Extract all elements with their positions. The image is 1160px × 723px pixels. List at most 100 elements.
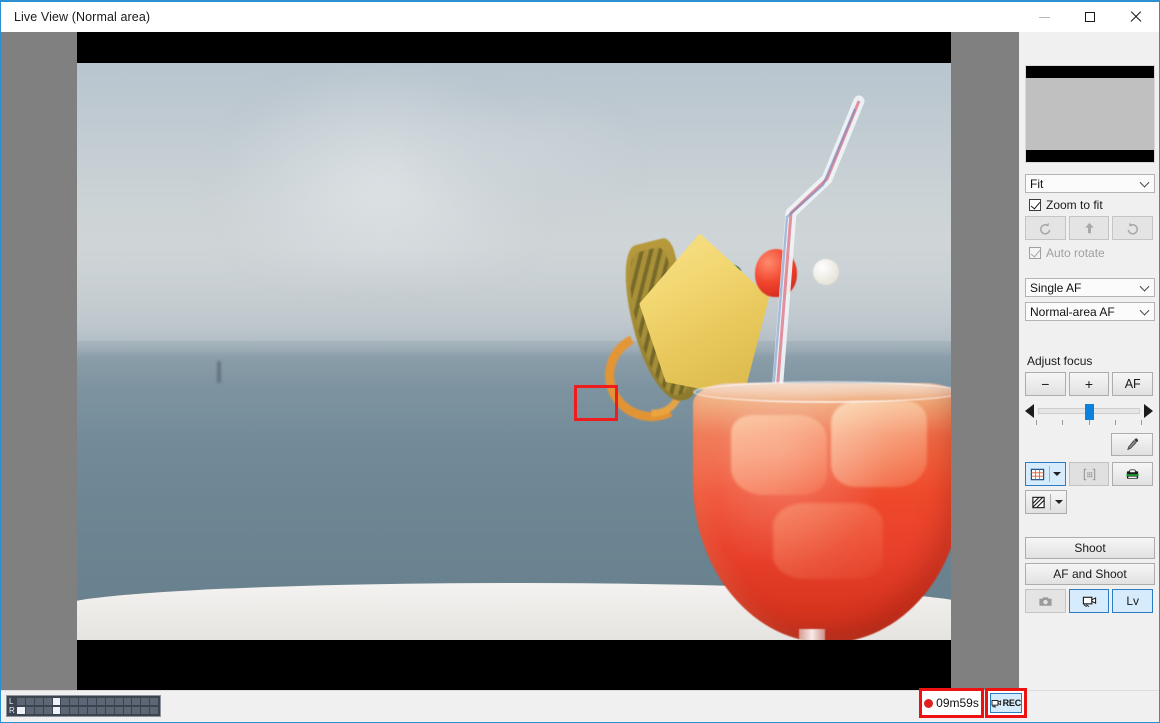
audio-meter-right-row: R xyxy=(9,706,158,715)
focus-minus-button[interactable]: − xyxy=(1025,372,1066,396)
auto-rotate-label: Auto rotate xyxy=(1046,246,1105,260)
ice-cube xyxy=(731,415,827,495)
window-controls xyxy=(1021,2,1159,32)
grid-icon xyxy=(1030,468,1045,480)
rec-time-display: 09m59s xyxy=(924,696,979,710)
audio-meter-left-track xyxy=(17,698,158,705)
audio-meter-left-label: L xyxy=(9,697,14,706)
lv-button[interactable]: Lv xyxy=(1112,589,1154,613)
focus-slider[interactable] xyxy=(1025,403,1153,420)
audio-meter-segment xyxy=(43,698,52,705)
focus-af-label: AF xyxy=(1124,377,1141,391)
slider-ticks xyxy=(1036,420,1142,425)
focus-minus-label: − xyxy=(1041,376,1050,392)
chevron-down-icon xyxy=(1053,472,1062,476)
audio-meter-right-track xyxy=(17,707,158,714)
navigator-letterbox-top xyxy=(1026,66,1154,78)
ice-cube-second xyxy=(831,401,927,487)
movie-camera-icon xyxy=(991,699,1002,708)
zoom-to-fit-checkbox[interactable]: Zoom to fit xyxy=(1027,198,1155,212)
close-button[interactable] xyxy=(1113,2,1159,32)
audio-meter-segment xyxy=(34,698,43,705)
eyedropper-row xyxy=(1025,433,1153,456)
af-area-rectangle[interactable] xyxy=(574,385,618,421)
adjust-focus-label: Adjust focus xyxy=(1027,354,1093,368)
zoom-select[interactable]: Fit xyxy=(1025,174,1155,193)
audio-meter-segment xyxy=(61,698,70,705)
drinking-straw xyxy=(731,93,871,423)
audio-meter-segment xyxy=(25,707,34,714)
audio-meter-segment xyxy=(123,707,132,714)
rotate-left-button[interactable] xyxy=(1025,216,1066,240)
focus-button-group: − + AF xyxy=(1025,372,1154,396)
minimize-button[interactable] xyxy=(1021,2,1067,32)
photo-mode-button[interactable] xyxy=(1025,589,1066,613)
rec-time-annotation: 09m59s xyxy=(919,688,984,718)
af-mode-select[interactable]: Single AF xyxy=(1025,278,1155,297)
shading-icon xyxy=(1031,496,1045,508)
close-icon xyxy=(1130,11,1142,23)
focus-area-button[interactable] xyxy=(1068,462,1110,486)
focus-af-button[interactable]: AF xyxy=(1112,372,1154,396)
slider-left-arrow-icon[interactable] xyxy=(1025,404,1034,418)
af-and-shoot-label: AF and Shoot xyxy=(1053,567,1127,581)
chevron-down-icon xyxy=(1139,177,1150,188)
ice-cube-third xyxy=(773,503,883,579)
overlay-tools-row-2 xyxy=(1025,490,1153,514)
chevron-down-icon xyxy=(1139,305,1150,316)
audio-meter-segment xyxy=(34,707,43,714)
focus-plus-button[interactable]: + xyxy=(1068,372,1110,396)
control-panel: Fit Zoom to fit Auto rotate Single AF No… xyxy=(1019,32,1159,690)
audio-meter-segment xyxy=(88,707,96,714)
rec-time-text: 09m59s xyxy=(936,696,979,710)
zoom-select-value: Fit xyxy=(1030,176,1044,191)
movie-camera-icon xyxy=(1082,596,1096,607)
audio-meter-segment xyxy=(70,707,79,714)
grid-overlay-button[interactable] xyxy=(1025,462,1066,486)
minimize-icon xyxy=(1038,16,1050,18)
capture-mode-group: Lv xyxy=(1025,589,1154,613)
shoot-button-group: Shoot AF and Shoot xyxy=(1025,537,1155,585)
focus-plus-label: + xyxy=(1084,376,1094,392)
rotate-right-button[interactable] xyxy=(1112,216,1154,240)
shading-overlay-button[interactable] xyxy=(1025,490,1067,514)
grid-dropdown-arrow[interactable] xyxy=(1050,472,1065,476)
audio-meter-right-label: R xyxy=(9,706,15,715)
navigator-thumbnail[interactable] xyxy=(1025,65,1155,163)
virtual-horizon-button[interactable] xyxy=(1112,462,1154,486)
audio-meter-segment xyxy=(70,698,79,705)
flip-button[interactable] xyxy=(1068,216,1110,240)
title-bar: Live View (Normal area) xyxy=(1,2,1159,32)
af-area-select[interactable]: Normal-area AF xyxy=(1025,302,1155,321)
live-view-canvas[interactable] xyxy=(1,32,1019,690)
rec-button[interactable]: REC xyxy=(990,693,1022,713)
audio-meter-segment xyxy=(79,707,87,714)
audio-meter-segment xyxy=(105,698,114,705)
maximize-button[interactable] xyxy=(1067,2,1113,32)
audio-meter-segment xyxy=(150,698,158,705)
slider-thumb[interactable] xyxy=(1085,404,1094,420)
cocktail xyxy=(563,63,951,640)
slider-track[interactable] xyxy=(1038,404,1140,420)
rotate-right-icon xyxy=(1127,222,1139,234)
audio-meter-segment xyxy=(88,698,96,705)
eyedropper-icon xyxy=(1126,438,1138,451)
audio-meter-segment xyxy=(96,707,105,714)
slider-right-arrow-icon[interactable] xyxy=(1144,404,1153,418)
glass-rim xyxy=(693,381,951,403)
white-balance-eyedropper-button[interactable] xyxy=(1111,433,1153,456)
movie-mode-button[interactable] xyxy=(1068,589,1110,613)
audio-meter-segment xyxy=(123,698,132,705)
focus-area-icon xyxy=(1083,468,1095,480)
audio-meter-segment xyxy=(141,698,150,705)
shading-icon-wrap xyxy=(1026,495,1050,510)
audio-meter-segment xyxy=(52,698,61,705)
shoot-button[interactable]: Shoot xyxy=(1025,537,1155,559)
af-and-shoot-button[interactable]: AF and Shoot xyxy=(1025,563,1155,585)
lv-label: Lv xyxy=(1126,594,1140,608)
grid-icon-wrap xyxy=(1026,467,1049,482)
window-body: Fit Zoom to fit Auto rotate Single AF No… xyxy=(1,32,1159,690)
auto-rotate-checkbox[interactable]: Auto rotate xyxy=(1027,246,1155,260)
audio-meter-segment xyxy=(114,698,123,705)
shading-dropdown-arrow[interactable] xyxy=(1051,500,1066,504)
